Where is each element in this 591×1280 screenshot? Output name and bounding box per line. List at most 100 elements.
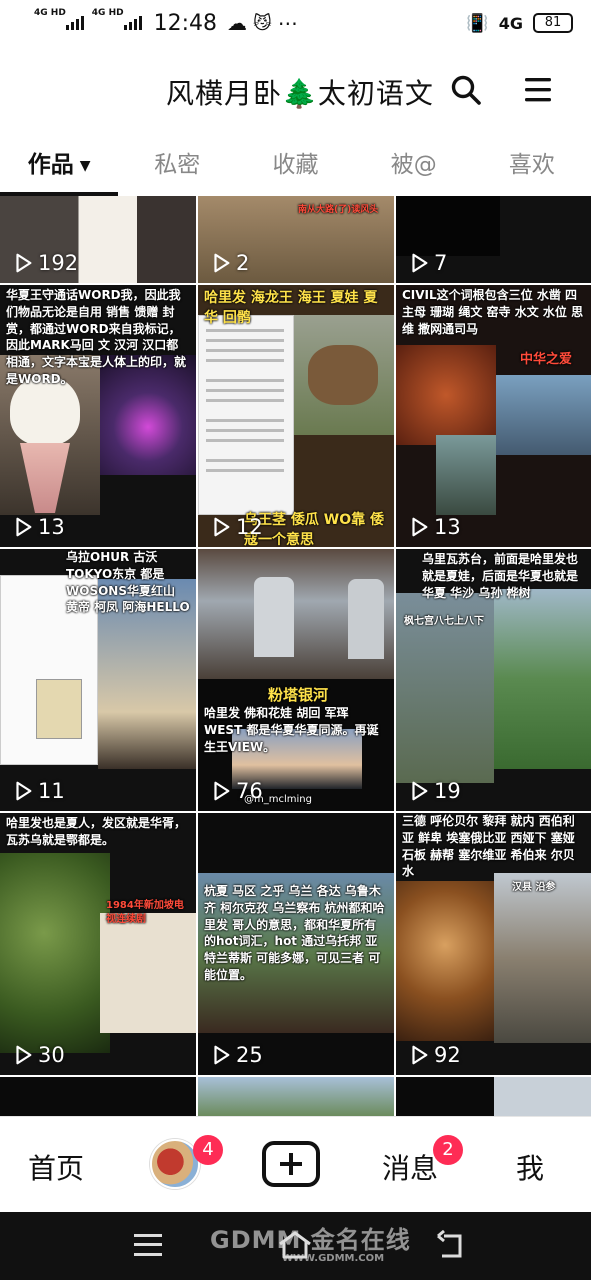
tab-favorites[interactable]: 收藏 (236, 140, 354, 196)
video-thumbnail[interactable]: CIVIL这个词根包含三位 水凿 四主母 珊瑚 绳文 窑寺 水文 水位 思维 撒… (396, 285, 591, 547)
play-icon (412, 1045, 428, 1065)
signal-2: 4G HD (92, 8, 142, 30)
tab-works-label: 作品 (27, 152, 74, 178)
video-caption-secondary: 1984年新加坡电视连续剧 (106, 900, 184, 925)
view-count-text: 7 (434, 251, 448, 275)
view-count: 19 (408, 779, 461, 803)
home-icon[interactable] (276, 1230, 314, 1260)
video-caption: 哈里发也是夏人，发区就是华胥，瓦苏乌就是鄂都是。 (6, 816, 187, 847)
view-count: 12 (210, 515, 263, 539)
view-count-text: 92 (434, 1043, 461, 1067)
play-icon (16, 253, 32, 273)
search-icon[interactable] (450, 74, 482, 106)
video-thumbnail[interactable]: 7 (396, 196, 591, 283)
video-caption: 杭夏 马区 之乎 乌兰 各达 乌鲁木齐 柯尔克孜 乌兰察布 杭州都和哈里发 哥人… (204, 884, 385, 982)
video-thumbnail[interactable]: 乌拉OHUR 古沃TOKYO东京 都是WOSONS华夏红山 黄帝 柯凤 阿海HE… (0, 549, 196, 811)
tab-mentions[interactable]: 被@ (355, 140, 473, 196)
view-count: 30 (12, 1043, 65, 1067)
video-caption: 三德 呼伦贝尔 黎拜 就内 西伯利亚 鲜卑 埃塞俄比亚 西娅下 塞娅 石板 赫帮… (402, 814, 575, 879)
view-count: 13 (408, 515, 461, 539)
cat-icon: 😼 (253, 12, 272, 34)
video-thumbnail[interactable]: 杭夏 马区 之乎 乌兰 各达 乌鲁木齐 柯尔克孜 乌兰察布 杭州都和哈里发 哥人… (198, 813, 394, 1075)
play-icon (412, 517, 428, 537)
play-icon (214, 517, 230, 537)
view-count-text: 76 (236, 779, 263, 803)
more-dots-icon: ⋯ (277, 11, 298, 35)
nav-home[interactable]: 首页 (28, 1147, 84, 1187)
profile-tabs: 作品 ▼ 私密 收藏 被@ 喜欢 (0, 140, 591, 196)
profile-header: 风横月卧🌲太初语文 (0, 60, 591, 118)
tab-private[interactable]: 私密 (118, 140, 236, 196)
vibrate-icon: 📳 (466, 12, 489, 34)
video-caption: CIVIL这个词根包含三位 水凿 四主母 珊瑚 绳文 窑寺 水文 水位 思维 撒… (402, 288, 584, 336)
video-thumbnail[interactable]: 乌里瓦苏台，前面是哈里发也就是夏娃，后面是华夏也就是华夏 华沙 乌孙 桦树 枫七… (396, 549, 591, 811)
messages-badge: 2 (433, 1135, 463, 1165)
network-label: 4G (498, 13, 523, 33)
nav-messages[interactable]: 消息 (382, 1147, 438, 1187)
view-count-text: 13 (434, 515, 461, 539)
signal-2-label: 4G HD (91, 8, 124, 18)
video-caption: 华夏王守通话WORD我，因此我们物品无论是自用 销售 馈赠 封赏，都通过WORD… (6, 288, 187, 386)
view-count: 7 (408, 251, 447, 275)
nav-me[interactable]: 我 (516, 1147, 544, 1187)
video-grid: 192 南从大路(了)读风头 2 7 华夏王守通话WORD我，因此我们物品无论是… (0, 196, 591, 1116)
recent-apps-icon[interactable] (134, 1234, 162, 1256)
signal-1: 4G HD (34, 8, 84, 30)
bottom-navigation: 首页 4 消息 2 我 (0, 1116, 591, 1212)
menu-icon[interactable] (522, 76, 554, 104)
system-navigation-bar: GDMM 金名在线 WWW.GDMM.COM (0, 1212, 591, 1280)
video-thumbnail[interactable] (396, 1077, 591, 1116)
view-count: 76 (210, 779, 263, 803)
view-count-text: 25 (236, 1043, 263, 1067)
view-count: 192 (12, 251, 78, 275)
signal-1-label: 4G HD (34, 8, 66, 18)
video-thumbnail[interactable]: 192 (0, 196, 196, 283)
video-caption-secondary: 哈里发 佛和花娃 胡回 军珲 WEST 都是华夏华夏同源。再诞生王VIEW。 (204, 706, 379, 754)
video-thumbnail[interactable]: 粉塔银河 哈里发 佛和花娃 胡回 军珲 WEST 都是华夏华夏同源。再诞生王VI… (198, 549, 394, 811)
video-thumbnail[interactable] (198, 1077, 394, 1116)
video-caption: 乌拉OHUR 古沃TOKYO东京 都是WOSONS华夏红山 黄帝 柯凤 阿海HE… (66, 550, 190, 615)
view-count-text: 11 (38, 779, 65, 803)
create-button[interactable] (262, 1141, 320, 1187)
view-count: 11 (12, 779, 65, 803)
play-icon (214, 1045, 230, 1065)
video-thumbnail[interactable]: 三德 呼伦贝尔 黎拜 就内 西伯利亚 鲜卑 埃塞俄比亚 西娅下 塞娅 石板 赫帮… (396, 813, 591, 1075)
view-count-text: 12 (236, 515, 263, 539)
video-thumbnail[interactable]: 南从大路(了)读风头 2 (198, 196, 394, 283)
page-title: 风横月卧🌲太初语文 (166, 77, 434, 110)
view-count: 13 (12, 515, 65, 539)
video-caption-secondary: 枫七宫八七上八下 (404, 616, 484, 627)
tab-likes[interactable]: 喜欢 (473, 140, 591, 196)
view-count: 2 (210, 251, 249, 275)
video-caption: 粉塔银河 (268, 686, 329, 704)
view-count: 92 (408, 1043, 461, 1067)
video-caption-secondary: 中华之爱 (520, 352, 573, 367)
play-icon (412, 781, 428, 801)
play-icon (16, 1045, 32, 1065)
clock: 12:48 (153, 10, 217, 36)
view-count-text: 19 (434, 779, 461, 803)
view-count-text: 13 (38, 515, 65, 539)
status-bar: 4G HD 4G HD 12:48 ☁ 😼 ⋯ 📳 4G 81 (0, 0, 591, 46)
play-icon (214, 781, 230, 801)
video-thumbnail[interactable]: 华夏王守通话WORD我，因此我们物品无论是自用 销售 馈赠 封赏，都通过WORD… (0, 285, 196, 547)
view-count-text: 2 (236, 251, 250, 275)
play-icon (412, 253, 428, 273)
video-thumbnail[interactable]: 哈里发也是夏人，发区就是华胥，瓦苏乌就是鄂都是。 1984年新加坡电视连续剧 3… (0, 813, 196, 1075)
play-icon (16, 781, 32, 801)
video-caption-secondary: 汉县 沿参 (512, 882, 556, 893)
video-caption: 南从大路(了)读风头 (298, 205, 379, 215)
tab-works[interactable]: 作品 ▼ (0, 140, 119, 196)
view-count: 25 (210, 1043, 263, 1067)
cloud-icon: ☁ (227, 11, 247, 35)
video-caption: 乌里瓦苏台，前面是哈里发也就是夏娃，后面是华夏也就是华夏 华沙 乌孙 桦树 (422, 552, 579, 600)
play-icon (16, 517, 32, 537)
back-icon[interactable] (434, 1230, 466, 1260)
view-count-text: 30 (38, 1043, 65, 1067)
avatar-badge: 4 (193, 1135, 223, 1165)
video-caption: 哈里发 海龙王 海王 夏娃 夏华 回鹘 (204, 290, 378, 326)
battery-indicator: 81 (533, 13, 573, 33)
video-thumbnail[interactable]: 哈里发 海龙王 海王 夏娃 夏华 回鹘 乌王茎 倭瓜 WO靠 倭寇一个意思 12 (198, 285, 394, 547)
video-thumbnail[interactable] (0, 1077, 196, 1116)
view-count-text: 192 (38, 251, 79, 275)
